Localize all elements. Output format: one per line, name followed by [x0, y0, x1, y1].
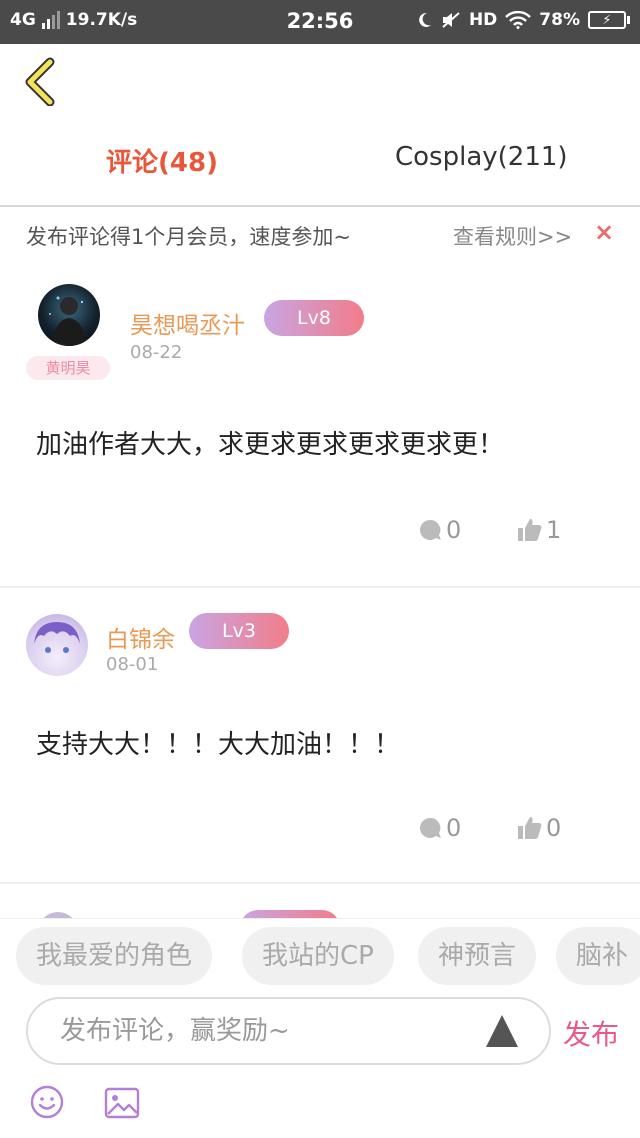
comment-item: 白锦余 Lv3 08-01 支持大大！！！大大加油！！！ 0 0: [0, 588, 640, 882]
wifi-icon: [505, 11, 532, 29]
comment-bubble-icon: [420, 519, 441, 540]
topic-chip[interactable]: 我站的CP: [242, 927, 394, 985]
topic-chip[interactable]: 脑补: [556, 927, 640, 985]
comment-bubble-icon: [420, 817, 441, 838]
tab-bar: 评论(48) Cosplay(211): [0, 115, 640, 205]
username[interactable]: 昊想喝丞汁: [130, 306, 245, 340]
battery-icon: ⚡: [588, 11, 630, 29]
comment-input-wrapper: [26, 997, 551, 1065]
mute-icon: [442, 12, 460, 28]
topic-chip[interactable]: 神预言: [418, 927, 537, 985]
avatar[interactable]: [26, 614, 88, 676]
status-right: HD 78% ⚡: [415, 10, 630, 30]
comment-input[interactable]: [60, 1011, 460, 1051]
moon-icon: [419, 12, 431, 27]
comment-date: 08-01: [106, 654, 159, 675]
reply-count: 0: [446, 814, 462, 842]
comment-content: 支持大大！！！大大加油！！！: [36, 730, 401, 760]
avatar-figure-icon: [34, 622, 80, 653]
comment-item: 黄明昊 昊想喝丞汁 Lv8 08-22 加油作者大大，求更求更求更求更求更！ 0…: [0, 262, 640, 586]
view-rules-link[interactable]: 查看规则>>: [453, 221, 572, 251]
comment-composer: 我最爱的角色 我站的CP 神预言 脑补 发布: [0, 918, 640, 1138]
back-button[interactable]: [20, 56, 64, 107]
promo-text: 发布评论得1个月会员，速度参加~: [26, 225, 351, 249]
tab-cosplay[interactable]: Cosplay(211): [395, 142, 568, 172]
like-count: 1: [546, 516, 562, 544]
level-badge: Lv3: [189, 613, 289, 649]
reply-count: 0: [446, 516, 462, 544]
username[interactable]: 白锦余: [106, 620, 175, 654]
thumbs-up-icon: [518, 519, 542, 541]
avatar-figure-icon: [49, 296, 86, 346]
level-badge: Lv8: [264, 300, 364, 336]
user-nameplate: 黄明昊: [26, 356, 110, 380]
reply-button[interactable]: 0: [418, 516, 461, 544]
tab-comments[interactable]: 评论(48): [106, 142, 218, 179]
topic-chip[interactable]: 我最爱的角色: [16, 927, 213, 985]
comment-item-partial: [0, 884, 640, 932]
avatar[interactable]: [38, 284, 100, 346]
like-button[interactable]: 1: [516, 516, 561, 544]
reply-button[interactable]: 0: [418, 814, 461, 842]
triangle-up-icon[interactable]: [484, 1013, 520, 1049]
comment-date: 08-22: [130, 342, 183, 363]
comment-content: 加油作者大大，求更求更求更求更求更！: [36, 430, 505, 460]
emoji-icon[interactable]: [30, 1085, 64, 1119]
hd-label: HD: [468, 10, 498, 30]
promo-banner: 发布评论得1个月会员，速度参加~ 查看规则>> ×: [0, 208, 640, 260]
like-count: 0: [546, 814, 562, 842]
like-button[interactable]: 0: [516, 814, 561, 842]
close-icon[interactable]: ×: [594, 218, 614, 246]
battery-percent: 78%: [539, 10, 580, 30]
status-bar: 4G 19.7K/s 22:56 HD 78% ⚡: [0, 0, 640, 44]
image-icon[interactable]: [104, 1087, 140, 1119]
tabs-divider: [0, 205, 640, 207]
chevron-left-icon: [25, 57, 55, 107]
publish-button[interactable]: 发布: [563, 1013, 619, 1053]
thumbs-up-icon: [518, 817, 542, 839]
quick-topic-chips: 我最爱的角色 我站的CP 神预言 脑补: [0, 927, 640, 987]
